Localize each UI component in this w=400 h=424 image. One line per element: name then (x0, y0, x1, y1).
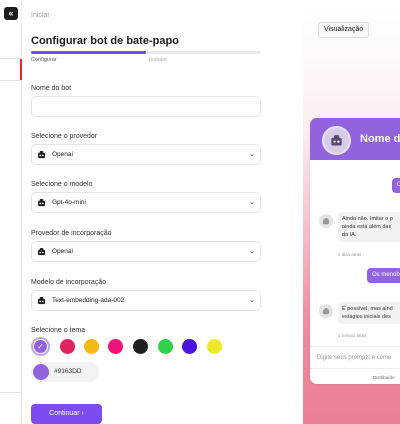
continue-button[interactable]: Continuar › (31, 404, 102, 424)
embedding-model-select[interactable]: Text-embedding-ada-002 ⌄ (31, 290, 261, 311)
theme-swatch[interactable] (84, 339, 99, 354)
breadcrumb[interactable]: Iniciar (31, 12, 50, 19)
bot-avatar-small (319, 304, 333, 318)
user-message: O (392, 178, 400, 193)
bot-avatar-small (319, 214, 333, 228)
step-install: Instalar (149, 57, 168, 63)
bot-message: É possível, mas aind estágios iniciais d… (338, 302, 400, 324)
theme-label: Selecione o tema (31, 327, 86, 334)
progress-bar (31, 51, 261, 54)
chat-input[interactable]: Digite seus prompts e come (317, 355, 391, 361)
sidebar-divider (0, 80, 22, 81)
embedding-provider-value: Openai (52, 248, 73, 255)
theme-swatch[interactable] (207, 339, 222, 354)
step-configure: Configurar (31, 57, 57, 63)
bot-message-line: Ainda não. Imitar o p (342, 216, 393, 222)
chat-divider (310, 368, 400, 369)
check-icon: ✓ (34, 340, 47, 353)
message-timestamp: 1 minuto atrás (338, 333, 367, 338)
chat-header: Nome do bot (310, 118, 400, 160)
bot-face-icon (322, 307, 330, 314)
model-label: Selecione o modelo (31, 181, 93, 188)
chevron-down-icon: ⌄ (249, 297, 255, 304)
sidebar-active-item[interactable] (0, 59, 22, 80)
bot-message: Ainda não. Imitar o p ainda está além da… (338, 212, 400, 242)
custom-color-value: #9163DD (54, 368, 82, 375)
bot-message-line: ainda está além das (342, 224, 392, 230)
preview-panel: Visualização Nome do bot O Ainda não. Im… (303, 7, 400, 424)
chevron-down-icon: ⌄ (249, 151, 255, 158)
bot-name-label: Nome do bot (31, 85, 72, 92)
chat-bot-title: Nome do bot (360, 133, 400, 145)
model-select[interactable]: Gpt-4o-mini ⌄ (31, 192, 261, 213)
bot-name-input[interactable] (31, 96, 261, 117)
openai-icon (37, 297, 46, 305)
message-timestamp: 2 dias atrás (338, 252, 362, 257)
embedding-model-label: Modelo de incorporação (31, 279, 107, 286)
theme-swatch[interactable] (182, 339, 197, 354)
page-title: Configurar bot de bate-papo (31, 35, 179, 47)
bot-message-line: estágios iniciais des (342, 314, 391, 320)
user-message: Os menobo (367, 268, 400, 283)
provider-value: Openai (52, 151, 73, 158)
embedding-provider-select[interactable]: Openai ⌄ (31, 241, 261, 262)
left-sidebar: « (0, 0, 22, 424)
theme-swatch-selected[interactable]: ✓ (31, 337, 50, 356)
progress-fill (31, 51, 146, 54)
custom-color-input[interactable]: #9163DD (31, 362, 99, 382)
bot-face-icon (331, 134, 342, 146)
custom-color-preview[interactable] (33, 364, 49, 380)
model-value: Gpt-4o-mini (52, 199, 86, 206)
theme-swatches: ✓ (31, 337, 263, 359)
embedding-provider-label: Provedor de incorporação (31, 230, 112, 237)
openai-icon (37, 199, 46, 207)
openai-icon (37, 248, 46, 256)
chat-widget-preview: Nome do bot O Ainda não. Imitar o p aind… (310, 118, 400, 384)
bot-avatar (322, 126, 351, 155)
collapse-sidebar-button[interactable]: « (4, 7, 18, 20)
theme-swatch[interactable] (108, 339, 123, 354)
bot-face-icon (322, 217, 330, 224)
chat-divider (310, 346, 400, 347)
sidebar-divider (0, 392, 22, 393)
powered-by-label: Distribuído (373, 375, 395, 380)
chevron-down-icon: ⌄ (249, 248, 255, 255)
preview-button[interactable]: Visualização (318, 22, 370, 38)
provider-select[interactable]: Openai ⌄ (31, 144, 261, 165)
theme-swatch[interactable] (60, 339, 75, 354)
theme-swatch[interactable] (133, 339, 148, 354)
embedding-model-value: Text-embedding-ada-002 (52, 297, 125, 304)
theme-swatch[interactable] (158, 339, 173, 354)
provider-label: Selecione o provedor (31, 133, 98, 140)
bot-message-line: da IA. (342, 232, 357, 238)
bot-message-line: É possível, mas aind (342, 306, 393, 312)
chevron-down-icon: ⌄ (249, 199, 255, 206)
openai-icon (37, 151, 46, 159)
